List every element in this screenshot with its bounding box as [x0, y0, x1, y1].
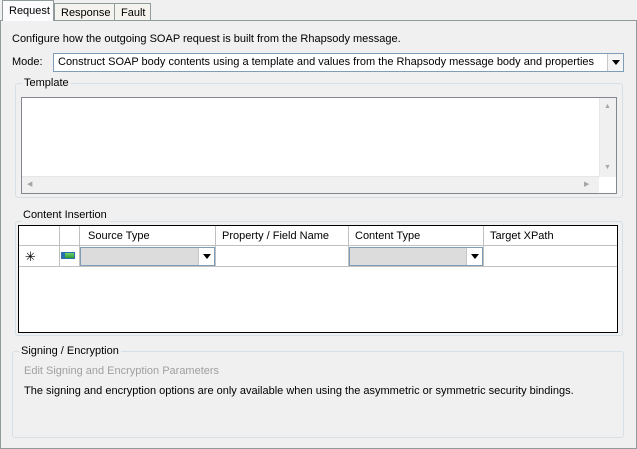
edit-signing-parameters-link[interactable]: Edit Signing and Encryption Parameters [24, 365, 219, 377]
mode-select-value: Construct SOAP body contents using a tem… [58, 56, 595, 68]
vertical-scrollbar[interactable]: ▲ ▼ [599, 98, 616, 177]
scroll-up-icon[interactable]: ▲ [604, 103, 611, 111]
tab-response[interactable]: Response [54, 3, 115, 21]
tab-request[interactable]: Request [2, 0, 54, 21]
signing-encryption-legend: Signing / Encryption [19, 345, 121, 358]
signing-note-text: The signing and encryption options are o… [24, 385, 574, 397]
icon-column-header [60, 226, 80, 246]
content-insertion-legend: Content Insertion [21, 209, 109, 222]
content-insertion-table[interactable]: Source Type Property / Field Name Conten… [18, 225, 618, 333]
property-field-name-cell[interactable] [216, 246, 349, 267]
column-header-property-field-name[interactable]: Property / Field Name [216, 226, 349, 246]
new-row-marker-icon: ✳ [19, 246, 60, 267]
content-type-cell[interactable] [349, 246, 484, 267]
source-type-cell[interactable] [80, 246, 216, 267]
scroll-right-icon[interactable]: ▶ [584, 181, 589, 189]
mode-label: Mode: [12, 56, 43, 68]
content-type-select[interactable] [349, 247, 483, 266]
scroll-down-icon[interactable]: ▼ [604, 164, 611, 172]
template-editor[interactable]: ▲ ▼ ◀ ▶ [21, 97, 617, 194]
column-header-target-xpath[interactable]: Target XPath [484, 226, 617, 246]
scroll-left-icon[interactable]: ◀ [27, 181, 32, 189]
template-legend: Template [22, 77, 71, 90]
description-text: Configure how the outgoing SOAP request … [12, 33, 401, 45]
chevron-down-icon[interactable] [198, 248, 214, 265]
source-type-select[interactable] [80, 247, 215, 266]
request-panel: Configure how the outgoing SOAP request … [0, 20, 637, 449]
column-header-source-type[interactable]: Source Type [80, 226, 216, 246]
tab-strip: Request Response Fault [0, 0, 637, 21]
horizontal-scrollbar[interactable]: ◀ ▶ [22, 176, 599, 193]
row-type-cell [60, 246, 80, 267]
chevron-down-icon[interactable] [607, 54, 623, 71]
field-icon [61, 252, 75, 259]
column-header-content-type[interactable]: Content Type [349, 226, 484, 246]
chevron-down-icon[interactable] [466, 248, 482, 265]
row-header-corner [19, 226, 60, 246]
target-xpath-cell[interactable] [484, 246, 617, 267]
mode-select[interactable]: Construct SOAP body contents using a tem… [53, 53, 624, 72]
tab-fault[interactable]: Fault [114, 3, 151, 21]
